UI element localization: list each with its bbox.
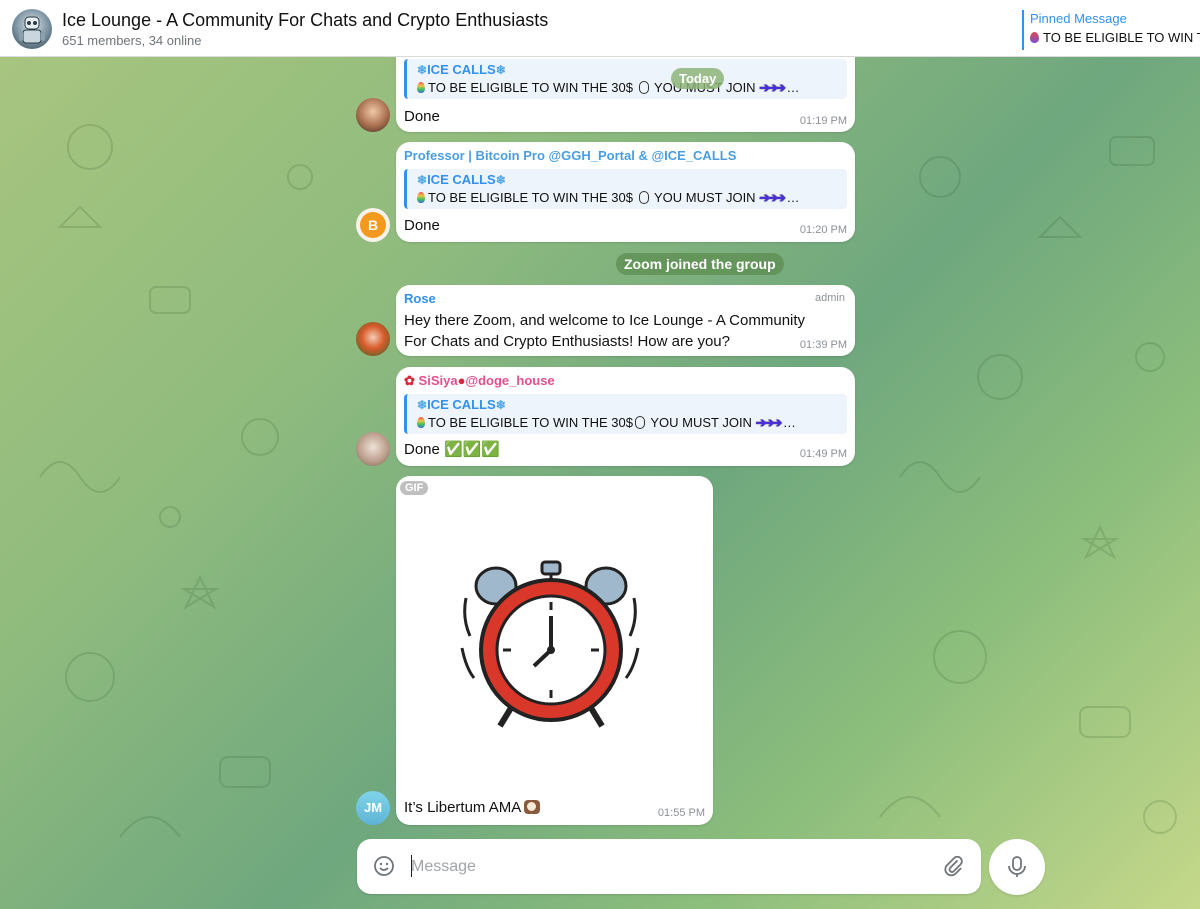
microphone-icon (1008, 856, 1026, 877)
snowflake-icon: ❄ (495, 398, 506, 412)
user-avatar-initials[interactable]: JM (356, 791, 390, 825)
gif-message-bubble[interactable]: GIF It’s Libertum AMA 01:55 PM (396, 476, 713, 825)
rainbow-drop-icon (417, 82, 425, 93)
reply-text: TO BE ELIGIBLE TO WIN THE 30$ (428, 80, 633, 95)
check-emojis: ✅✅✅ (444, 441, 501, 458)
reply-title: ICE CALLS (427, 62, 496, 77)
gif-badge: GIF (400, 481, 429, 495)
user-avatar[interactable] (356, 432, 390, 466)
message-text: Done (404, 217, 440, 234)
bitcoin-avatar-icon: B (360, 212, 386, 238)
snowflake-icon: ❄ (417, 63, 428, 77)
reply-tail: YOU MUST JOIN (653, 190, 756, 205)
arrows-icon: ➔➔➔ (755, 415, 783, 430)
microphone-button[interactable] (989, 839, 1045, 895)
rainbow-drop-icon (417, 192, 425, 203)
sender-handle: @doge_house (465, 373, 555, 388)
message-text-line2: For Chats and Crypto Enthusiasts! How ar… (404, 333, 730, 350)
reply-title: ICE CALLS (427, 397, 496, 412)
date-badge: Today (671, 68, 725, 89)
eth-icon (634, 416, 645, 429)
svg-text:B: B (368, 217, 378, 233)
gif-caption-row: It’s Libertum AMA (404, 799, 541, 816)
group-avatar[interactable] (12, 9, 52, 49)
service-message: Zoom joined the group (616, 253, 784, 275)
eth-icon (638, 81, 649, 94)
message-time: 01:55 PM (657, 807, 705, 819)
reply-text: TO BE ELIGIBLE TO WIN THE 30$ (428, 415, 633, 430)
pinned-message[interactable]: Pinned Message TO BE ELIGIBLE TO WIN T (1022, 10, 1200, 50)
message-time: 01:19 PM (799, 115, 847, 127)
reply-body-row: TO BE ELIGIBLE TO WIN THE 30$ YOU MUST J… (417, 189, 847, 207)
message-text: Done (404, 108, 440, 125)
message-bubble[interactable]: Professor | Bitcoin Pro @GGH_Portal & @I… (396, 142, 855, 242)
message-bubble[interactable]: ✿ SiSiya●@doge_house ❄ICE CALLS❄ TO BE E… (396, 367, 855, 466)
emoji-icon[interactable] (373, 855, 395, 877)
message-text-line1: Hey there Zoom, and welcome to Ice Loung… (404, 312, 806, 329)
message-input[interactable] (411, 853, 931, 881)
reply-tail: YOU MUST JOIN (650, 415, 752, 430)
message-time: 01:49 PM (799, 448, 847, 460)
attach-icon[interactable] (942, 855, 964, 877)
user-avatar[interactable] (356, 98, 390, 132)
alarm-clock-gif[interactable] (456, 558, 646, 738)
chat-header[interactable]: Ice Lounge - A Community For Chats and C… (0, 0, 1200, 57)
reply-body-row: TO BE ELIGIBLE TO WIN THE 30$ YOU MUST J… (417, 79, 847, 97)
message-bubble[interactable]: Rose admin Hey there Zoom, and welcome t… (396, 285, 855, 356)
reply-title-row: ❄ICE CALLS❄ (417, 171, 847, 189)
admin-badge: admin (815, 292, 845, 304)
reply-title: ICE CALLS (427, 172, 496, 187)
sender-name: SiSiya (418, 373, 458, 388)
message-time: 01:20 PM (799, 224, 847, 236)
arrows-icon: ➔➔➔ (759, 80, 786, 95)
reply-title-row: ❄ICE CALLS❄ (417, 61, 847, 79)
rose-emoji-icon: ✿ (404, 373, 415, 388)
reply-preview[interactable]: ❄ICE CALLS❄ TO BE ELIGIBLE TO WIN THE 30… (404, 169, 847, 209)
reply-preview[interactable]: ❄ICE CALLS❄ TO BE ELIGIBLE TO WIN THE 30… (404, 59, 847, 99)
reply-body-row: TO BE ELIGIBLE TO WIN THE 30$ YOU MUST J… (417, 414, 847, 432)
snowflake-icon: ❄ (495, 63, 506, 77)
rainbow-drop-icon (417, 417, 425, 428)
message-text-row: Done ✅✅✅ (404, 439, 500, 460)
message-time: 01:39 PM (799, 339, 847, 351)
message-text: Done (404, 441, 440, 458)
message-composer (357, 839, 981, 894)
user-avatar[interactable] (356, 322, 390, 356)
message-bubble[interactable]: ❄ICE CALLS❄ TO BE ELIGIBLE TO WIN THE 30… (396, 57, 855, 132)
pinned-text: TO BE ELIGIBLE TO WIN T (1043, 30, 1200, 45)
sender-name[interactable]: Professor | Bitcoin Pro @GGH_Portal & @I… (404, 148, 736, 163)
arrows-icon: ➔➔➔ (759, 190, 786, 205)
snowflake-icon: ❄ (495, 173, 506, 187)
pin-emoji-icon (1030, 32, 1039, 43)
user-avatar[interactable]: B (356, 208, 390, 242)
pinned-text-row: TO BE ELIGIBLE TO WIN T (1030, 28, 1200, 48)
chat-member-count: 651 members, 34 online (62, 33, 202, 48)
robot-avatar-icon (19, 16, 45, 44)
reply-text: TO BE ELIGIBLE TO WIN THE 30$ (428, 190, 633, 205)
mantel-clock-icon (524, 800, 541, 814)
gif-caption: It’s Libertum AMA (404, 799, 522, 816)
snowflake-icon: ❄ (417, 173, 428, 187)
text-caret (411, 855, 412, 877)
eth-icon (638, 191, 649, 204)
snowflake-icon: ❄ (417, 398, 428, 412)
chat-title[interactable]: Ice Lounge - A Community For Chats and C… (62, 10, 548, 31)
pinned-label: Pinned Message (1030, 11, 1127, 26)
reply-title-row: ❄ICE CALLS❄ (417, 396, 847, 414)
reply-preview[interactable]: ❄ICE CALLS❄ TO BE ELIGIBLE TO WIN THE 30… (404, 394, 847, 434)
sender-row[interactable]: ✿ SiSiya●@doge_house (404, 373, 555, 389)
sender-name[interactable]: Rose (404, 291, 436, 306)
